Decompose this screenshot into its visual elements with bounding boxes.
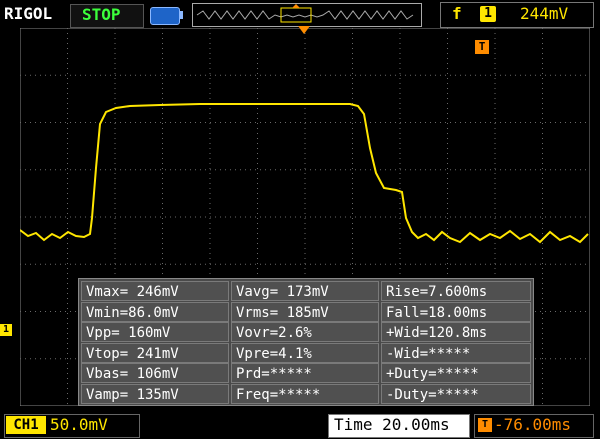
- measurement-cell: +Wid=120.8ms: [381, 322, 531, 343]
- measurement-cell: Vovr=2.6%: [231, 322, 379, 343]
- measurement-cell: Vtop= 241mV: [81, 342, 229, 363]
- rising-edge-icon: f: [452, 4, 462, 23]
- channel1-offset-marker: 1: [0, 324, 12, 336]
- measurement-cell: +Duty=*****: [381, 363, 531, 384]
- measurement-cell: Vbas= 106mV: [81, 363, 229, 384]
- measurement-cell: -Duty=*****: [381, 384, 531, 404]
- measurement-cell: Vmax= 246mV: [81, 281, 229, 301]
- measurement-cell: -Wid=*****: [381, 342, 531, 363]
- trigger-flag-icon: T: [475, 40, 489, 54]
- run-state-label: STOP: [82, 5, 121, 24]
- measurement-cell: Vmin=86.0mV: [81, 301, 229, 322]
- trigger-position-icon: T: [478, 418, 492, 432]
- channel-label: CH1: [6, 416, 46, 434]
- measurement-panel: Vmax= 246mV Vavg= 173mV Rise=7.600ms Vmin=8…: [78, 278, 534, 406]
- trigger-source-badge: 1: [480, 6, 496, 22]
- measurement-cell: Vamp= 135mV: [81, 384, 229, 404]
- trigger-position-value: -76.00ms: [494, 415, 572, 434]
- battery-tip-icon: [180, 11, 183, 19]
- measurement-cell: Vrms= 185mV: [231, 301, 379, 322]
- trigger-info-box[interactable]: [440, 2, 594, 28]
- timebase-value: Time 20.00ms: [334, 415, 450, 434]
- measurement-cell: Freq=*****: [231, 384, 379, 404]
- measurement-cell: Prd=*****: [231, 363, 379, 384]
- battery-icon: [150, 7, 180, 25]
- trigger-level-value: 244mV: [520, 4, 569, 23]
- measurement-cell: Fall=18.00ms: [381, 301, 531, 322]
- memory-depth-bar: [192, 3, 422, 27]
- measurement-cell: Vavg= 173mV: [231, 281, 379, 301]
- trigger-position-marker: [298, 26, 310, 34]
- measurement-cell: Vpp= 160mV: [81, 322, 229, 343]
- measurement-cell: Vpre=4.1%: [231, 342, 379, 363]
- measurement-cell: Rise=7.600ms: [381, 281, 531, 301]
- brand-logo: RIGOL: [4, 4, 53, 23]
- channel-scale: 50.0mV: [50, 415, 108, 434]
